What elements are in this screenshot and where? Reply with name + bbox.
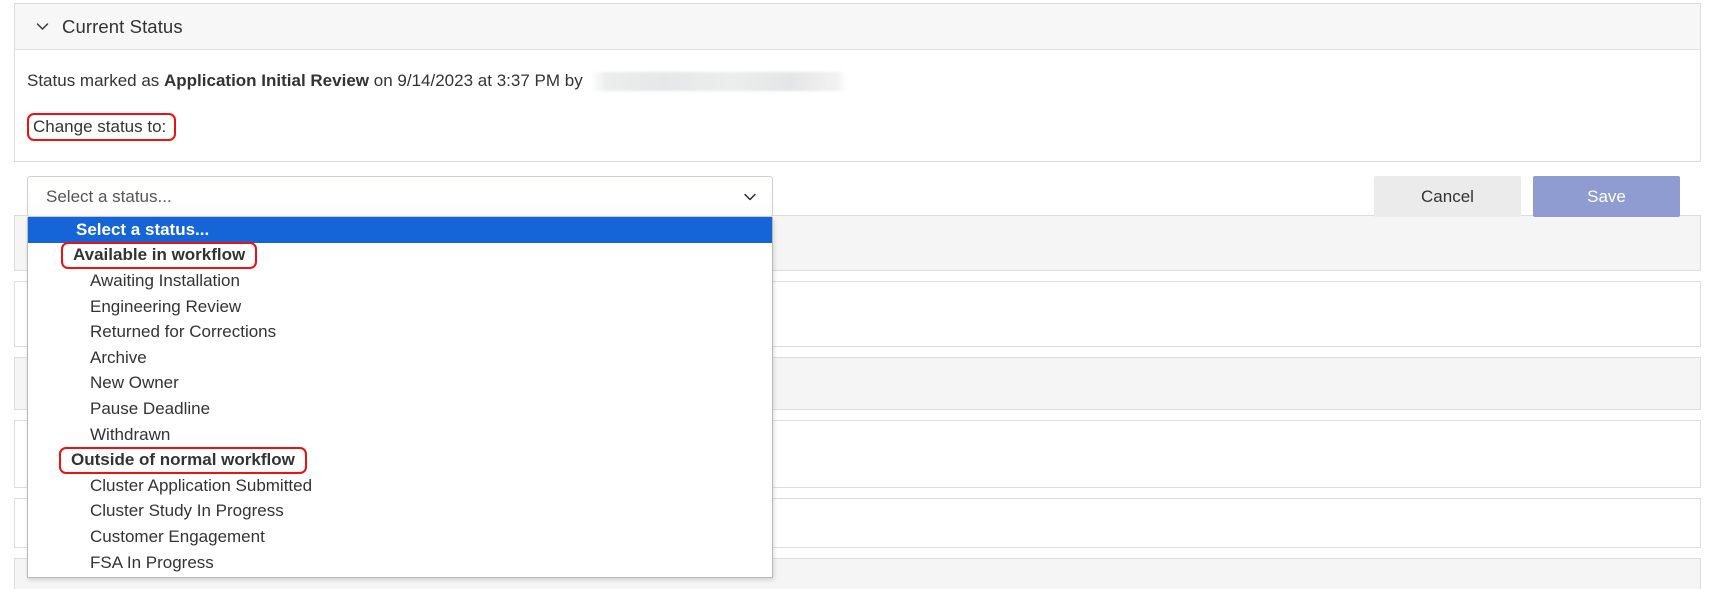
status-option[interactable]: New Owner [28,371,772,397]
cancel-button[interactable]: Cancel [1374,176,1521,217]
card-header[interactable]: Current Status [15,4,1700,50]
chevron-down-icon[interactable] [740,187,760,207]
chevron-down-icon[interactable] [33,18,51,36]
status-time: 3:37 PM [496,71,560,90]
status-option[interactable]: Cluster Study In Progress [28,499,772,525]
form-actions: Cancel Save [1374,176,1680,217]
screen: Current Status Status marked as Applicat… [0,0,1715,589]
status-option[interactable]: Archive [28,345,772,371]
redacted-username [590,71,847,91]
status-option[interactable]: Engineering Review [28,294,772,320]
card-body: Status marked as Application Initial Rev… [15,50,1700,579]
status-select-value: Select a status... [46,186,172,206]
status-by: by [564,71,583,90]
status-on: on [373,71,393,90]
save-button[interactable]: Save [1533,176,1680,217]
status-select-box[interactable]: Select a status... [27,176,773,217]
status-option[interactable]: FSA In Progress [28,550,772,576]
option-group-text: Outside of normal workflow [59,447,307,475]
status-option[interactable]: Cluster Application Submitted [28,473,772,499]
status-prefix: Status marked as [27,71,160,90]
status-option[interactable]: Returned for Corrections [28,319,772,345]
option-group-text: Available in workflow [61,242,258,270]
status-select[interactable]: Select a status... Select a status... Ava… [27,176,773,579]
status-option[interactable]: Withdrawn [28,422,772,448]
change-status-label: Change status to: [27,113,177,141]
status-marked-text: Status marked as Application Initial Rev… [15,69,1700,93]
page-title: Current Status [62,15,183,37]
status-at: at [477,71,492,90]
status-option[interactable]: Select a status... [28,217,772,243]
status-option[interactable]: Pause Deadline [28,396,772,422]
status-option[interactable]: Awaiting Installation [28,268,772,294]
option-group-label: Outside of normal workflow [28,447,772,475]
status-option-list[interactable]: Select a status... Available in workflow A… [27,217,773,579]
change-status-label-row: Change status to: [15,113,1700,141]
status-option[interactable]: Customer Engagement [28,524,772,550]
status-name: Application Initial Review [164,71,369,90]
option-group-label: Available in workflow [28,242,772,270]
status-date: 9/14/2023 [397,71,474,90]
current-status-card: Current Status Status marked as Applicat… [14,3,1701,579]
